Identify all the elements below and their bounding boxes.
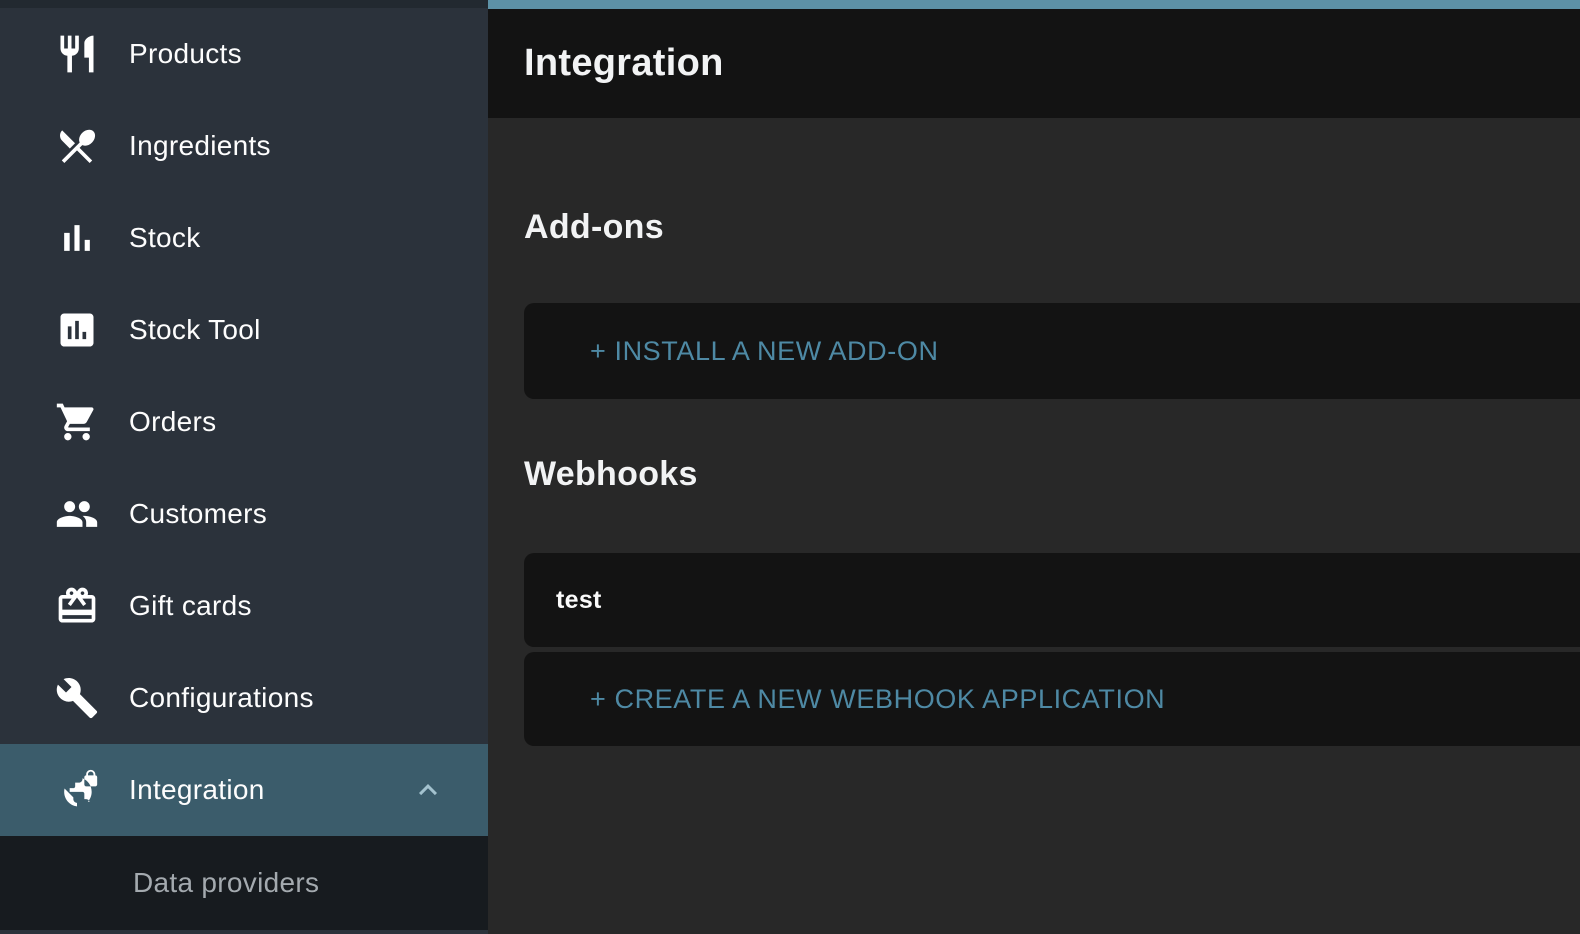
sidebar-item-label: Products	[129, 38, 242, 70]
sidebar-item-label: Integration	[129, 774, 265, 806]
top-accent-bar	[488, 0, 1580, 9]
wrench-icon	[54, 675, 100, 721]
sidebar-item-integration[interactable]: Integration	[0, 744, 488, 836]
webhooks-section-heading: Webhooks	[524, 451, 1580, 497]
sidebar-item-configurations[interactable]: Configurations	[0, 652, 488, 744]
sidebar-item-stock[interactable]: Stock	[0, 192, 488, 284]
chevron-up-icon[interactable]	[410, 772, 446, 808]
restaurant-icon	[54, 31, 100, 77]
sidebar-item-label: Orders	[129, 406, 216, 438]
people-icon	[54, 491, 100, 537]
app-window: Products Ingredients Stock Stock Tool Or	[0, 0, 1580, 934]
addons-section-heading: Add-ons	[524, 204, 1580, 250]
sidebar-item-label: Configurations	[129, 682, 314, 714]
sidebar-item-gift-cards[interactable]: Gift cards	[0, 560, 488, 652]
page-title: Integration	[524, 42, 724, 85]
sidebar-item-stock-tool[interactable]: Stock Tool	[0, 284, 488, 376]
sidebar-divider	[0, 0, 488, 8]
shopping-cart-icon	[54, 399, 100, 445]
sidebar-item-customers[interactable]: Customers	[0, 468, 488, 560]
sidebar-item-ingredients[interactable]: Ingredients	[0, 100, 488, 192]
sidebar-item-label: Gift cards	[129, 590, 252, 622]
sidebar-item-label: Stock	[129, 222, 201, 254]
globe-lock-icon	[54, 767, 100, 813]
webhook-list-item[interactable]: test	[524, 553, 1580, 647]
sidebar-item-label: Stock Tool	[129, 314, 261, 346]
bar-chart-icon	[54, 215, 100, 261]
sidebar-item-orders[interactable]: Orders	[0, 376, 488, 468]
sidebar-subitem-data-providers[interactable]: Data providers	[0, 836, 488, 930]
sidebar-item-label: Customers	[129, 498, 267, 530]
install-addon-button[interactable]: + INSTALL A NEW ADD-ON	[524, 336, 939, 367]
content-area: Add-ons + INSTALL A NEW ADD-ON Webhooks …	[488, 118, 1580, 934]
main-area: Integration Add-ons + INSTALL A NEW ADD-…	[488, 0, 1580, 934]
install-addon-card: + INSTALL A NEW ADD-ON	[524, 303, 1580, 399]
sidebar-subitem-label: Data providers	[133, 867, 319, 899]
sidebar: Products Ingredients Stock Stock Tool Or	[0, 0, 488, 934]
poll-chart-icon	[54, 307, 100, 353]
fork-spoon-crossed-icon	[54, 123, 100, 169]
create-webhook-card: + CREATE A NEW WEBHOOK APPLICATION	[524, 652, 1580, 746]
sidebar-item-label: Ingredients	[129, 130, 271, 162]
page-header: Integration	[488, 9, 1580, 118]
webhook-name: test	[524, 586, 602, 615]
create-webhook-button[interactable]: + CREATE A NEW WEBHOOK APPLICATION	[524, 684, 1165, 715]
sidebar-item-products[interactable]: Products	[0, 8, 488, 100]
gift-card-icon	[54, 583, 100, 629]
